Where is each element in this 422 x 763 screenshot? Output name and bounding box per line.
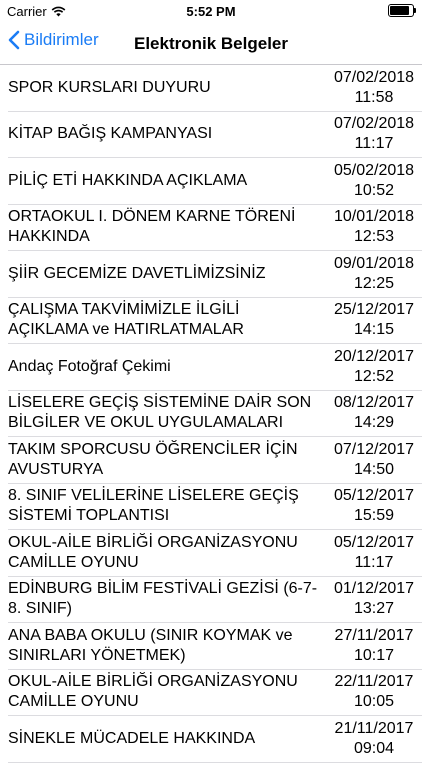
item-date: 20/12/2017 12:52: [333, 347, 415, 385]
item-date: 07/12/2017 14:50: [333, 440, 415, 478]
item-date: 05/12/2017 15:59: [333, 487, 415, 525]
item-title: ORTAOKUL I. DÖNEM KARNE TÖRENİ HAKKINDA: [8, 208, 296, 246]
battery-fill: [390, 6, 409, 15]
list-item[interactable]: KİTAP BAĞIŞ KAMPANYASI 07/02/2018 11:17: [8, 112, 422, 158]
item-date: 22/11/2017 10:05: [334, 673, 414, 711]
battery-icon: [388, 4, 416, 17]
item-title: ÇALIŞMA TAKVİMİMİZLE İLGİLİ AÇIKLAMA ve …: [8, 301, 244, 339]
item-date: 25/12/2017 14:15: [333, 301, 415, 339]
list-item[interactable]: EDİNBURG BİLİM FESTİVALİ GEZİSİ (6-7-8. …: [8, 577, 422, 623]
item-date: 07/02/2018 11:58: [333, 68, 415, 106]
item-title: KİTAP BAĞIŞ KAMPANYASI: [8, 125, 213, 143]
item-date: 27/11/2017 10:17: [334, 626, 414, 664]
item-title: Andaç Fotoğraf Çekimi: [8, 357, 171, 375]
item-date: 05/02/2018 10:52: [333, 161, 415, 199]
list-item[interactable]: TAKIM SPORCUSU ÖĞRENCİLER İÇİN AVUSTURYA…: [8, 437, 422, 484]
list-item[interactable]: ŞİİR GECEMİZE DAVETLİMİZSİNİZ 09/01/2018 …: [8, 251, 422, 298]
item-date: 09/01/2018 12:25: [333, 254, 415, 292]
page-title: Elektronik Belgeler: [133, 34, 288, 53]
item-title: ANA BABA OKULU (SINIR KOYMAK ve SINIRLAR…: [8, 626, 293, 664]
item-title: TAKIM SPORCUSU ÖĞRENCİLER İÇİN AVUSTURYA: [8, 440, 298, 478]
item-date: 21/11/2017 09:04: [334, 719, 414, 757]
item-title: SPOR KURSLARI DUYURU: [8, 78, 211, 96]
list-item[interactable]: 8. SINIF VELİLERİNE LİSELERE GEÇİŞ SİSTE…: [8, 484, 422, 530]
item-date: 10/01/2018 12:53: [333, 208, 415, 246]
item-date: 08/12/2017 14:29: [333, 394, 415, 432]
list-item[interactable]: SİNEKLE MÜCADELE HAKKINDA 21/11/2017 09:0…: [8, 716, 422, 763]
item-date: 07/02/2018 11:17: [333, 115, 415, 153]
navigation-bar: Bildirimler Elektronik Belgeler: [0, 22, 422, 65]
list-item[interactable]: LİSELERE GEÇİŞ SİSTEMİNE DAİR SON BİLGİL…: [8, 391, 422, 437]
document-list: SPOR KURSLARI DUYURU 07/02/2018 11:58 KİTA…: [0, 65, 422, 763]
item-date: 01/12/2017 13:27: [333, 580, 415, 618]
item-title: EDİNBURG BİLİM FESTİVALİ GEZİSİ (6-7-8. …: [8, 580, 318, 618]
list-item[interactable]: PİLİÇ ETİ HAKKINDA AÇIKLAMA 05/02/2018 10…: [8, 158, 422, 205]
list-item[interactable]: OKUL-AİLE BİRLİĞİ ORGANİZASYONU CAMİLLE …: [8, 530, 422, 577]
item-date: 05/12/2017 11:17: [333, 533, 415, 571]
status-time: 5:52 PM: [186, 4, 236, 19]
list-item[interactable]: SPOR KURSLARI DUYURU 07/02/2018 11:58: [8, 65, 422, 112]
item-title: PİLİÇ ETİ HAKKINDA AÇIKLAMA: [8, 171, 248, 189]
status-bar: Carrier 5:52 PM: [0, 0, 422, 22]
item-title: OKUL-AİLE BİRLİĞİ ORGANİZASYONU CAMİLLE …: [8, 673, 298, 711]
list-item[interactable]: Andaç Fotoğraf Çekimi 20/12/2017 12:52: [8, 344, 422, 391]
item-title: 8. SINIF VELİLERİNE LİSELERE GEÇİŞ SİSTE…: [8, 487, 299, 525]
item-title: SİNEKLE MÜCADELE HAKKINDA: [8, 729, 256, 747]
item-title: LİSELERE GEÇİŞ SİSTEMİNE DAİR SON BİLGİL…: [8, 394, 312, 432]
list-item[interactable]: ORTAOKUL I. DÖNEM KARNE TÖRENİ HAKKINDA 1…: [8, 205, 422, 251]
item-title: OKUL-AİLE BİRLİĞİ ORGANİZASYONU CAMİLLE …: [8, 533, 298, 571]
list-item[interactable]: OKUL-AİLE BİRLİĞİ ORGANİZASYONU CAMİLLE …: [8, 670, 422, 716]
list-item[interactable]: ÇALIŞMA TAKVİMİMİZLE İLGİLİ AÇIKLAMA ve …: [8, 298, 422, 344]
item-title: ŞİİR GECEMİZE DAVETLİMİZSİNİZ: [8, 264, 266, 282]
list-item[interactable]: ANA BABA OKULU (SINIR KOYMAK ve SINIRLAR…: [8, 623, 422, 670]
